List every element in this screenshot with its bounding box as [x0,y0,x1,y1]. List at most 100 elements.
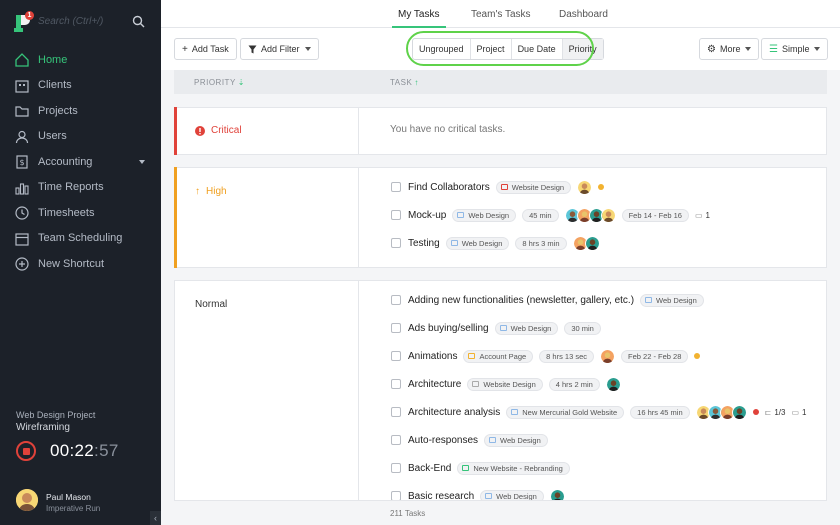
task-row[interactable]: Testing Web Design 8 hrs 3 min [391,229,606,257]
task-name[interactable]: Architecture [408,379,461,390]
task-checkbox[interactable] [391,407,401,417]
assignees [695,404,747,420]
task-name[interactable]: Back-End [408,463,451,474]
sidebar-item-new-shortcut[interactable]: New Shortcut [0,251,161,277]
sidebar-nav: Home Clients Projects Users $ Accounting… [0,47,161,277]
task-name[interactable]: Find Collaborators [408,182,490,193]
project-chip[interactable]: Web Design [484,433,548,447]
task-checkbox[interactable] [391,238,401,248]
project-name: Website Design [483,379,536,389]
task-row[interactable]: Architecture analysis New Mercurial Gold … [391,398,812,426]
priority-column-header[interactable]: PRIORITY ⇣ [194,78,245,87]
task-checkbox[interactable] [391,379,401,389]
task-row[interactable]: Ads buying/selling Web Design 30 min [391,314,607,342]
avatar[interactable] [577,179,593,195]
task-name[interactable]: Mock-up [408,210,446,221]
avatar-image [16,489,38,511]
task-row[interactable]: Back-End New Website - Rebranding [391,454,576,482]
task-name[interactable]: Ads buying/selling [408,323,489,334]
tab-teams-tasks[interactable]: Team's Tasks [471,9,531,20]
stop-timer-button[interactable] [16,441,36,461]
project-chip[interactable]: Web Design [640,293,704,307]
task-row[interactable]: Architecture Website Design 4 hrs 2 min [391,370,627,398]
group-priority-button[interactable]: Priority [562,39,603,59]
sidebar-item-users[interactable]: Users [0,124,161,150]
project-chip[interactable]: Account Page [463,349,534,363]
clients-icon [15,79,29,93]
timer-display: 00:22:57 [50,441,119,461]
add-task-label: Add Task [191,44,229,54]
task-name[interactable]: Testing [408,238,440,249]
date-range-chip[interactable]: Feb 14 - Feb 16 [621,208,689,222]
task-column-header[interactable]: TASK ↑ [390,78,419,87]
assignees [600,348,616,364]
avatar[interactable] [584,235,600,251]
bar-chart-icon [15,182,29,195]
task-checkbox[interactable] [391,182,401,192]
project-chip[interactable]: New Mercurial Gold Website [506,405,625,419]
sidebar-item-projects[interactable]: Projects [0,98,161,124]
date-range-chip[interactable]: Feb 22 - Feb 28 [621,349,689,363]
task-name[interactable]: Animations [408,351,457,362]
sidebar-item-timesheets[interactable]: Timesheets [0,200,161,226]
tab-my-tasks[interactable]: My Tasks [392,9,445,28]
priority-cell: ↑ High [175,168,359,267]
sidebar-item-time-reports[interactable]: Time Reports [0,175,161,201]
project-chip[interactable]: Web Design [494,321,559,335]
sidebar-item-team-scheduling[interactable]: Team Scheduling [0,226,161,252]
task-checkbox[interactable] [391,210,401,220]
task-checkbox[interactable] [391,351,401,361]
task-row[interactable]: Animations Account Page 8 hrs 13 sec Feb 22… [391,342,706,370]
avatar[interactable] [600,207,616,223]
search-placeholder[interactable]: Search (Ctrl+/) [38,16,103,27]
task-row[interactable]: Auto-responses Web Design [391,426,554,454]
group-ungrouped-button[interactable]: Ungrouped [413,39,471,59]
project-chip[interactable]: Web Design [445,236,510,250]
task-checkbox[interactable] [391,295,401,305]
sidebar-item-label: Projects [38,104,78,117]
task-row[interactable]: Adding new functionalities (newsletter, … [391,286,710,314]
comments-count[interactable]: ▭ 1 [695,211,710,220]
status-dot [598,184,605,190]
collapse-sidebar-button[interactable]: ‹ [150,511,161,525]
sidebar-item-home[interactable]: Home [0,47,161,73]
add-task-button[interactable]: + Add Task [174,38,237,60]
task-row[interactable]: Mock-up Web Design 45 min Feb 14 - Feb 16 ▭ 1 [391,201,716,229]
folder-icon [450,240,458,246]
comments-value: 1 [705,210,710,220]
notification-badge[interactable]: 1 [25,11,34,20]
project-chip[interactable]: Website Design [467,377,543,391]
task-row[interactable]: Find Collaborators Website Design [391,173,610,201]
task-checkbox[interactable] [391,323,401,333]
sidebar-item-accounting[interactable]: $ Accounting [0,149,161,175]
task-checkbox[interactable] [391,463,401,473]
group-due-date-button[interactable]: Due Date [512,39,563,59]
sidebar-item-clients[interactable]: Clients [0,73,161,99]
avatar[interactable] [605,376,621,392]
add-filter-button[interactable]: Add Filter [240,38,319,60]
tab-dashboard[interactable]: Dashboard [559,9,608,20]
subtasks-count[interactable]: ⊏ 1/3 [765,408,786,417]
comments-count[interactable]: ▭ 1 [791,408,806,417]
task-name[interactable]: Architecture analysis [408,407,500,418]
sidebar-item-label: Clients [38,79,72,92]
folder-icon [489,437,497,443]
task-checkbox[interactable] [391,435,401,445]
search-icon[interactable] [132,15,145,28]
task-name[interactable]: Adding new functionalities (newsletter, … [408,295,634,306]
sidebar-item-label: Timesheets [38,206,95,219]
user-name[interactable]: Paul Mason [46,492,91,502]
more-button[interactable]: ⚙ More [699,38,760,60]
project-chip[interactable]: New Website - Rebranding [457,461,570,475]
time-chip: 8 hrs 13 sec [539,349,595,363]
avatar[interactable] [600,348,616,364]
avatar[interactable] [731,404,747,420]
avatar[interactable] [16,489,38,511]
project-chip[interactable]: Web Design [452,208,517,222]
project-chip[interactable]: Website Design [495,180,572,194]
plus-icon: + [182,43,188,55]
group-project-button[interactable]: Project [471,39,512,59]
task-name[interactable]: Auto-responses [408,435,478,446]
view-mode-button[interactable]: ☰ Simple [761,38,829,60]
chevron-down-icon[interactable] [139,160,145,164]
